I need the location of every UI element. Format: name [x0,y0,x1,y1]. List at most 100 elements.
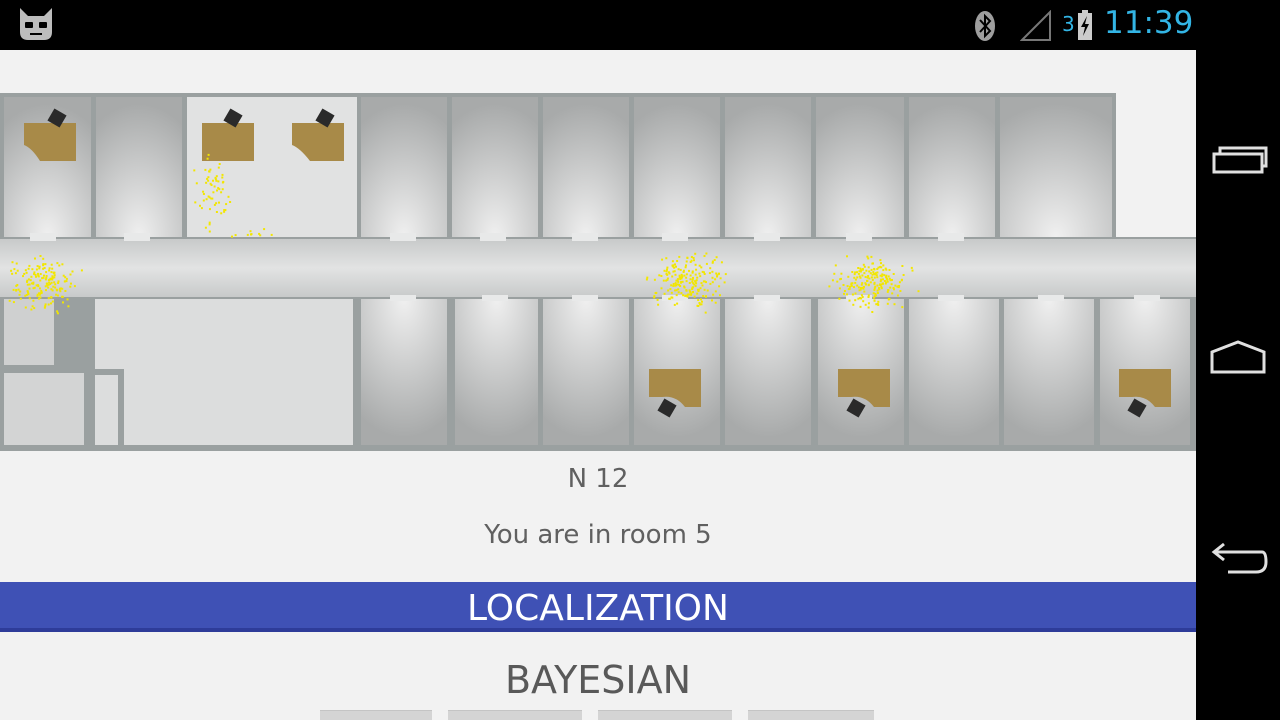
particle [55,293,58,296]
floor-plan-map[interactable] [0,93,1196,451]
particle [863,290,866,293]
particle [26,280,28,283]
particle [653,278,656,281]
particle [229,201,232,203]
particle [673,266,676,269]
particle [676,302,679,305]
particle [868,270,871,273]
particle [708,272,711,275]
particle [676,260,679,262]
particle [212,191,215,194]
particle [211,197,214,200]
particle [839,278,842,281]
option-button-2[interactable] [448,710,582,720]
particle [54,283,57,286]
particle [665,257,668,260]
particle [694,280,697,283]
particle [53,281,56,284]
particle [204,168,207,171]
particle [866,255,869,258]
particle [867,257,870,260]
recents-icon [1212,146,1268,174]
particle [45,282,48,285]
bluetooth-icon [975,11,995,41]
particle [40,289,43,292]
particle [873,299,876,302]
particle [208,223,211,226]
particle [864,276,867,278]
particle [671,275,674,278]
particle [193,169,196,172]
particle [215,179,218,182]
particle [680,273,683,276]
particle [892,287,895,289]
home-icon [1210,340,1266,374]
particle [873,276,876,279]
particle [36,265,39,268]
particle [711,281,714,284]
particle [57,282,60,284]
particle [698,272,701,275]
signal-strength-icon [1020,10,1051,41]
particle [684,266,687,269]
particle [672,283,675,285]
particle [891,279,893,281]
option-button-4[interactable] [748,710,874,720]
particle [53,276,56,279]
back-button[interactable] [1206,528,1270,588]
particle [27,291,29,294]
particle [30,275,33,278]
particle [656,298,659,301]
particle [657,303,660,306]
particle [689,278,692,281]
particle [871,262,874,265]
option-button-1[interactable] [320,710,432,720]
particle [54,286,57,289]
particle [864,282,867,285]
particle [678,274,681,277]
particle [704,311,707,314]
particle [887,275,890,278]
particle [699,287,702,290]
particle [690,293,692,296]
particle [215,175,218,178]
particle [663,269,666,272]
particle [856,276,859,279]
particle [679,268,682,271]
particle [901,265,904,267]
particle [709,282,712,285]
home-button[interactable] [1206,328,1270,388]
room-status-text: You are in room 5 [484,520,712,550]
particle [10,269,13,272]
particle [674,273,677,276]
particle [679,285,682,287]
particle [13,268,16,271]
particle [861,268,864,271]
particle [723,281,726,284]
particle [886,302,889,305]
particle [209,208,211,211]
option-button-3[interactable] [598,710,732,720]
particle [871,278,874,281]
particle [876,284,879,287]
particle [259,234,262,237]
particle [684,294,687,297]
particle [213,203,216,206]
particle [16,269,19,272]
particle [231,235,233,238]
localization-button[interactable]: LOCALIZATION [0,582,1196,632]
particle [873,267,876,270]
recents-button[interactable] [1206,130,1270,190]
particle [856,271,858,274]
particle [669,288,672,291]
particle [653,296,656,299]
particle [720,261,723,264]
particle [51,300,54,303]
particle [876,268,879,270]
particle [662,279,665,282]
particle [39,279,42,282]
particle [862,263,865,266]
particle [860,294,863,297]
particle [688,289,691,292]
particle [645,278,648,281]
